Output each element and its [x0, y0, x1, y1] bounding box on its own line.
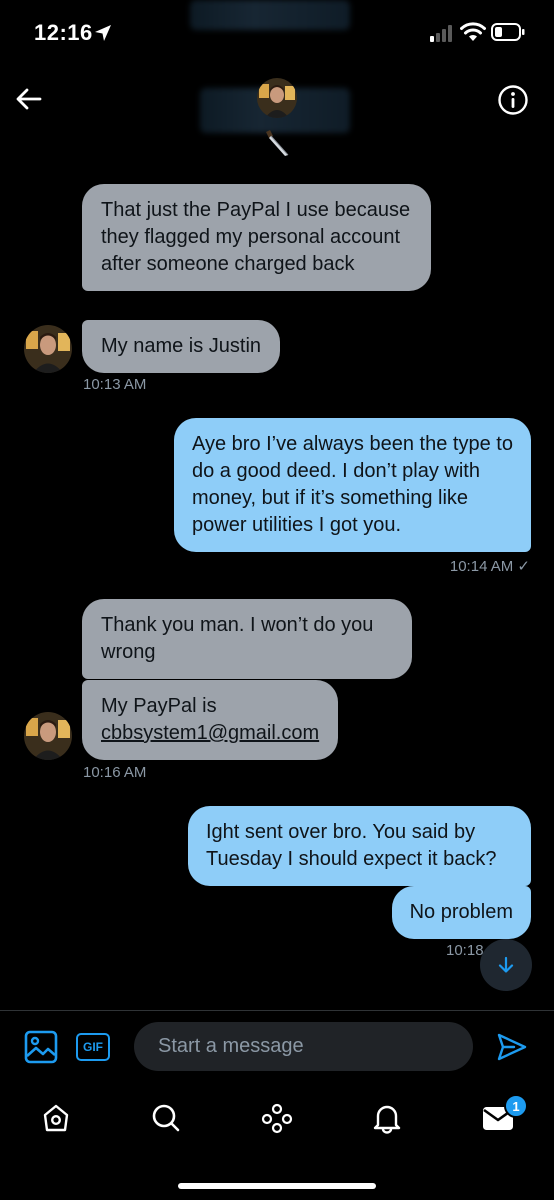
- tab-home[interactable]: [36, 1098, 76, 1138]
- message-text: Ight sent over bro. You said by Tuesday …: [206, 821, 497, 870]
- message-timestamp: 10:14 AM ✓: [449, 558, 530, 575]
- wifi-icon: [460, 22, 486, 41]
- tab-notifications[interactable]: [367, 1098, 407, 1138]
- cellular-signal-icon: [430, 25, 452, 42]
- back-arrow-icon[interactable]: [14, 84, 44, 114]
- unread-badge: 1: [504, 1094, 528, 1118]
- conversation-header: [0, 70, 554, 170]
- spaces-icon: [261, 1103, 293, 1134]
- message-timestamp: 10:16 AM: [83, 764, 147, 781]
- outgoing-message[interactable]: Ight sent over bro. You said by Tuesday …: [188, 806, 531, 886]
- home-icon: [43, 1104, 69, 1132]
- info-icon[interactable]: [497, 84, 529, 116]
- message-timestamp: 10:18: [446, 942, 484, 959]
- search-icon: [152, 1104, 180, 1132]
- message-text: My name is Justin: [101, 335, 262, 357]
- message-timestamp: 10:13 AM: [83, 376, 147, 393]
- send-icon[interactable]: [496, 1032, 528, 1062]
- incoming-message[interactable]: My PayPal is cbbsystem1@gmail.com: [82, 680, 339, 760]
- redacted-region: [190, 0, 350, 30]
- notifications-icon: [373, 1105, 401, 1134]
- arrow-down-icon: [498, 956, 514, 973]
- knife-emoji-icon: [266, 130, 289, 156]
- gif-button[interactable]: GIF: [76, 1033, 110, 1061]
- divider: [0, 1010, 554, 1011]
- message-text: Thank you man. I won’t do you wrong: [101, 614, 374, 663]
- message-input[interactable]: [134, 1022, 473, 1071]
- image-icon[interactable]: [24, 1030, 58, 1064]
- avatar[interactable]: [24, 712, 72, 760]
- location-arrow-icon: [95, 25, 111, 41]
- message-text: My PayPal is: [101, 695, 217, 717]
- tab-spaces[interactable]: [257, 1098, 297, 1138]
- incoming-message[interactable]: Thank you man. I won’t do you wrong: [82, 599, 412, 679]
- email-link[interactable]: cbbsystem1@gmail.com: [101, 720, 319, 747]
- incoming-message[interactable]: That just the PayPal I use because they …: [82, 184, 431, 291]
- message-text: That just the PayPal I use because they …: [101, 199, 411, 275]
- tab-search[interactable]: [146, 1098, 186, 1138]
- outgoing-message[interactable]: Aye bro I’ve always been the type to do …: [174, 418, 531, 552]
- outgoing-message[interactable]: No problem: [391, 886, 531, 939]
- message-text: No problem: [409, 901, 513, 923]
- message-text: Aye bro I’ve always been the type to do …: [192, 433, 513, 536]
- home-indicator[interactable]: [178, 1183, 376, 1189]
- battery-icon: [491, 23, 525, 41]
- avatar[interactable]: [257, 78, 297, 118]
- avatar[interactable]: [24, 325, 72, 373]
- scroll-to-bottom-button[interactable]: [480, 939, 532, 991]
- status-time: 12:16: [34, 20, 93, 45]
- incoming-message[interactable]: My name is Justin: [82, 320, 281, 373]
